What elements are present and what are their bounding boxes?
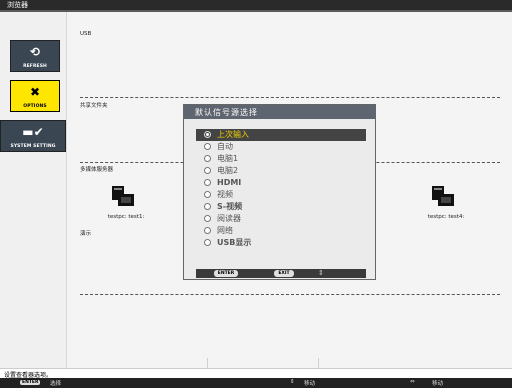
column-divider (207, 358, 208, 368)
radio-icon (204, 179, 211, 186)
option-auto[interactable]: 自动 (196, 141, 366, 153)
window-title: 浏览器 (7, 1, 28, 9)
option-last-input[interactable]: 上次输入 (196, 129, 366, 141)
option-computer2[interactable]: 电脑2 (196, 165, 366, 177)
options-button[interactable]: ✖ OPTIONS (10, 80, 60, 112)
default-source-dialog: 默认信号源选择 上次输入 自动 电脑1 电脑2 HDMI 视频 S-视频 阅读器… (183, 104, 376, 280)
move-arrow-icon: ⇕ (290, 379, 295, 385)
refresh-label: REFRESH (23, 64, 47, 69)
radio-icon (204, 227, 211, 234)
radio-icon (204, 191, 211, 198)
section-divider (80, 97, 500, 98)
device-name: testpc: test1: (107, 214, 145, 220)
option-video[interactable]: 视频 (196, 189, 366, 201)
option-label: 视频 (217, 190, 233, 199)
up-down-arrow-icon: ⇕ (318, 269, 324, 277)
section-media-server: 多媒体服务器 (80, 167, 114, 173)
system-icon: ▬✔ (22, 125, 44, 139)
enter-key-hint: ENTER (20, 380, 41, 385)
option-label: 电脑2 (217, 166, 239, 175)
section-divider (80, 294, 500, 295)
monitor-icon (438, 194, 454, 206)
device-name: testpc: test4: (427, 214, 465, 220)
option-network[interactable]: 网络 (196, 225, 366, 237)
section-usb: USB (80, 31, 92, 37)
tools-icon: ✖ (29, 85, 41, 99)
system-setting-button[interactable]: ▬✔ SYSTEM SETTING (0, 120, 66, 152)
option-label: 上次输入 (217, 130, 249, 139)
radio-icon (204, 215, 211, 222)
dialog-title-bar: 默认信号源选择 (184, 105, 375, 119)
help-bar: ENTER 选择 ⇕ 移动 ⇔ 移动 (0, 378, 512, 388)
left-nav: ⟲ REFRESH ✖ OPTIONS ▬✔ SYSTEM SETTING (0, 12, 67, 368)
radio-icon (204, 239, 211, 246)
option-label: 自动 (217, 142, 233, 151)
source-option-list: 上次输入 自动 电脑1 电脑2 HDMI 视频 S-视频 阅读器 网络 USB显… (196, 129, 366, 262)
option-label: 电脑1 (217, 154, 239, 163)
dialog-footer: ENTER EXIT ⇕ (196, 269, 366, 278)
section-display: 演示 (80, 231, 92, 237)
refresh-icon: ⟲ (29, 45, 41, 59)
section-shared-folder: 共享文件夹 (80, 103, 108, 109)
options-label: OPTIONS (23, 104, 47, 109)
option-label: 阅读器 (217, 214, 241, 223)
option-label: USB显示 (217, 238, 252, 247)
option-hdmi[interactable]: HDMI (196, 177, 366, 189)
move-hint-text: 移动 (304, 381, 316, 387)
system-setting-label: SYSTEM SETTING (10, 144, 56, 149)
dialog-title: 默认信号源选择 (195, 108, 258, 117)
option-label: S-视频 (217, 202, 243, 211)
exit-key[interactable]: EXIT (274, 270, 294, 277)
column-divider (318, 358, 319, 368)
device-testpc-1[interactable]: testpc: test1: (96, 186, 156, 236)
device-testpc-4[interactable]: testpc: test4: (416, 186, 476, 236)
enter-key[interactable]: ENTER (214, 270, 238, 277)
option-label: 网络 (217, 226, 233, 235)
move-hint-text-2: 移动 (432, 381, 444, 387)
monitor-icon (118, 194, 134, 206)
radio-icon (204, 155, 211, 162)
radio-icon (204, 203, 211, 210)
radio-icon (204, 167, 211, 174)
option-viewer[interactable]: 阅读器 (196, 213, 366, 225)
move-arrow-icon-2: ⇔ (410, 379, 415, 385)
radio-icon (204, 143, 211, 150)
option-usb-display[interactable]: USB显示 (196, 237, 366, 249)
option-label: HDMI (217, 178, 242, 187)
option-computer1[interactable]: 电脑1 (196, 153, 366, 165)
radio-icon (204, 131, 211, 138)
option-s-video[interactable]: S-视频 (196, 201, 366, 213)
title-bar: 浏览器 (0, 0, 512, 12)
refresh-button[interactable]: ⟲ REFRESH (10, 40, 60, 72)
enter-hint-text: 选择 (50, 381, 62, 387)
